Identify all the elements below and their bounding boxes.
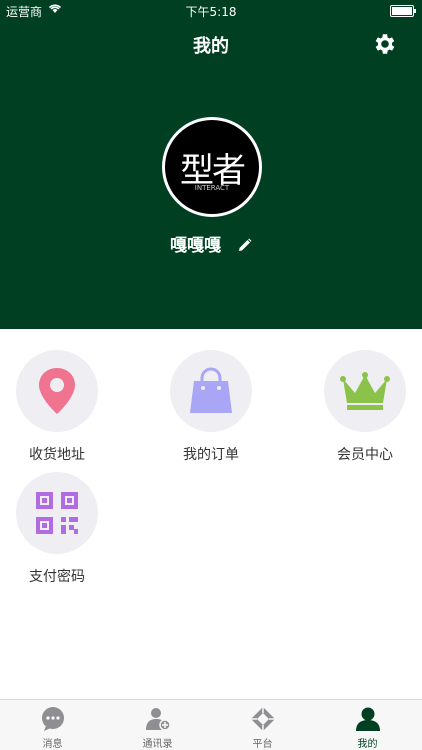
menu-item-label: 支付密码 (29, 569, 85, 585)
contacts-icon (145, 708, 171, 731)
profile-header: 运营商 下午5:18 我的 型者 INTERACT 嘎嘎嘎 (0, 0, 422, 329)
settings-button[interactable] (372, 31, 398, 57)
tab-label: 我的 (357, 739, 378, 750)
status-time: 下午5:18 (185, 5, 237, 19)
tab-label: 平台 (252, 739, 273, 750)
avatar[interactable]: 型者 INTERACT (162, 117, 262, 217)
edit-name-button[interactable] (238, 237, 252, 251)
menu-item-label: 会员中心 (337, 447, 393, 463)
menu-icon-circle (16, 472, 98, 554)
platform-icon (250, 707, 275, 731)
page-title: 我的 (193, 36, 229, 57)
qr-code-icon (36, 492, 78, 534)
menu-icon-circle (16, 350, 98, 432)
pencil-icon (239, 238, 252, 251)
tab-profile[interactable]: 我的 (315, 700, 420, 750)
menu-item-orders[interactable]: 我的订单 (151, 350, 271, 464)
tab-label: 通讯录 (142, 739, 173, 750)
tab-bar: 消息 通讯录 平台 我的 (0, 699, 422, 750)
menu-item-address[interactable]: 收货地址 (0, 350, 117, 464)
username-row: 嘎嘎嘎 (0, 231, 422, 256)
status-bar: 运营商 下午5:18 (0, 0, 422, 22)
menu-item-label: 我的订单 (183, 447, 239, 463)
battery-icon (390, 5, 416, 17)
menu-icon-circle (324, 350, 406, 432)
menu-icon-circle (170, 350, 252, 432)
menu-item-payment-password[interactable]: 支付密码 (0, 472, 117, 586)
menu-item-label: 收货地址 (29, 447, 85, 463)
username: 嘎嘎嘎 (169, 236, 221, 256)
tab-messages[interactable]: 消息 (0, 700, 105, 750)
tab-platform[interactable]: 平台 (210, 700, 315, 750)
crown-icon (340, 372, 390, 410)
menu-item-membership[interactable]: 会员中心 (305, 350, 422, 464)
chat-bubble-icon (41, 707, 64, 731)
gear-icon (375, 34, 395, 54)
tab-contacts[interactable]: 通讯录 (105, 700, 210, 750)
shopping-bag-icon (190, 367, 232, 413)
location-pin-icon (39, 368, 75, 414)
tab-label: 消息 (42, 739, 63, 750)
avatar-logo-subtext: INTERACT (194, 184, 230, 192)
profile-icon (355, 707, 380, 731)
